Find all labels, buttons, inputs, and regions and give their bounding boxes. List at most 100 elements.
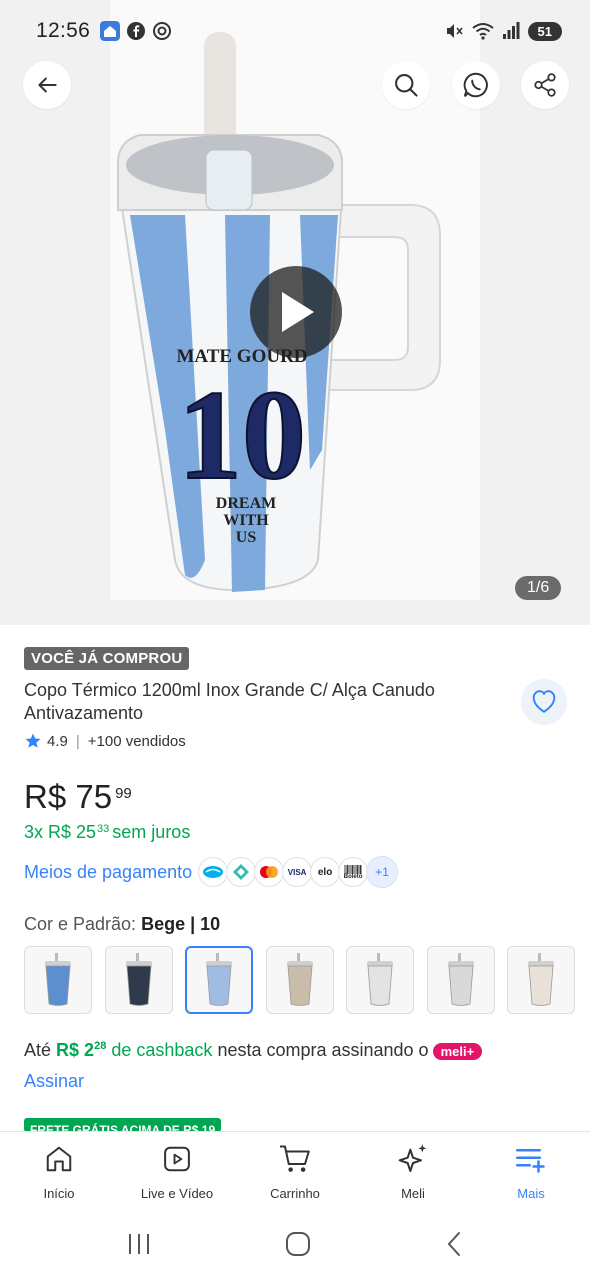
- home-button[interactable]: [285, 1231, 311, 1262]
- cashback-info: Até R$ 2 28 de cashback nesta compra assi…: [24, 1040, 483, 1061]
- home-app-icon: [100, 21, 121, 41]
- free-shipping-badge: FRETE GRÁTIS ACIMA DE R$ 19: [24, 1118, 222, 1132]
- variant-thumbnail[interactable]: [265, 946, 334, 1014]
- visa-icon: VISA: [282, 857, 313, 887]
- variant-label-text: Cor e Padrão:: [24, 914, 137, 934]
- variant-cup-image: [286, 953, 313, 1006]
- nav-item-live-video[interactable]: Live e Vídeo: [118, 1132, 236, 1213]
- variant-thumbnail[interactable]: [346, 946, 414, 1014]
- star-icon: [25, 733, 41, 748]
- payment-methods-link[interactable]: Meios de pagamento: [24, 862, 192, 883]
- installments-amount: 3x R$ 25: [24, 822, 97, 842]
- variant-thumbnail[interactable]: [104, 946, 173, 1014]
- svg-text:10: 10: [178, 364, 306, 506]
- price: R$ 75 99: [24, 778, 132, 816]
- sold-count: +100 vendidos: [87, 732, 186, 750]
- recent-apps-button[interactable]: [126, 1232, 152, 1261]
- svg-text:US: US: [236, 529, 257, 546]
- product-title: Copo Térmico 1200ml Inox Grande C/ Alça …: [24, 680, 435, 723]
- boleto-label: Boleto: [343, 873, 363, 880]
- nav-item-inicio[interactable]: Início: [0, 1132, 118, 1213]
- nav-label: Início: [43, 1186, 75, 1201]
- installments-suffix: sem juros: [112, 822, 191, 842]
- mastercard-icon: [254, 857, 285, 887]
- play-video-button[interactable]: [250, 266, 342, 358]
- variant-cup-image: [125, 953, 152, 1006]
- recent-apps-icon: [129, 1234, 150, 1254]
- nav-label: Live e Vídeo: [140, 1186, 214, 1201]
- back-button[interactable]: [23, 61, 71, 109]
- payment-methods-row[interactable]: Meios de pagamento VISA elo Boleto +1: [24, 856, 399, 888]
- variant-thumbnail[interactable]: [24, 946, 92, 1014]
- subscribe-link[interactable]: Assinar: [24, 1071, 84, 1092]
- system-back-button[interactable]: [444, 1231, 464, 1262]
- nav-label: Carrinho: [270, 1186, 320, 1201]
- svg-text:WITH: WITH: [223, 512, 269, 529]
- cashback-prefix: Até: [24, 1040, 52, 1060]
- instagram-icon: [153, 22, 172, 40]
- sparkle-icon: [396, 1142, 430, 1176]
- nav-item-carrinho[interactable]: Carrinho: [236, 1132, 354, 1213]
- play-icon: [282, 292, 314, 332]
- product-gallery[interactable]: MATE GOURD 10 DREAM WITH US 1/6: [0, 0, 590, 625]
- cart-icon: [278, 1142, 312, 1176]
- variant-cup-image: [528, 953, 554, 1006]
- cashback-label: de cashback: [111, 1040, 213, 1060]
- status-bar: 12:56 51: [0, 0, 590, 62]
- variant-thumbnail[interactable]: [507, 946, 575, 1014]
- variant-cup-image: [447, 953, 474, 1006]
- facebook-icon: [127, 22, 146, 40]
- cashback-suffix: nesta compra assinando o: [217, 1040, 429, 1060]
- system-navigation-bar: [0, 1213, 590, 1280]
- variant-picker[interactable]: [24, 946, 590, 1014]
- chevron-left-icon: [447, 1232, 460, 1256]
- mute-icon: [446, 24, 463, 38]
- nav-label: Meli: [401, 1186, 425, 1201]
- boleto-icon: Boleto: [338, 857, 369, 887]
- battery-indicator: 51: [527, 21, 562, 41]
- variant-label: Cor e Padrão: Bege | 10: [24, 914, 220, 935]
- nav-item-meli[interactable]: Meli: [354, 1132, 472, 1213]
- share-icon: [534, 73, 556, 97]
- arrow-left-icon: [38, 77, 57, 93]
- variant-cup-image: [45, 953, 71, 1006]
- menu-plus-icon: [514, 1142, 548, 1176]
- rating-row[interactable]: 4.9 | +100 vendidos: [24, 732, 186, 750]
- pix-icon: [226, 857, 257, 887]
- search-button[interactable]: [382, 61, 430, 109]
- variant-thumbnail[interactable]: [185, 946, 253, 1014]
- rating-value: 4.9: [47, 732, 68, 750]
- variant-cup-image: [206, 953, 232, 1006]
- notification-icons: [100, 21, 172, 41]
- search-icon: [395, 74, 418, 97]
- signal-icon: [502, 22, 520, 39]
- cashback-amount: R$ 2: [56, 1040, 95, 1060]
- wifi-icon: [471, 23, 494, 40]
- price-cents: 99: [115, 785, 132, 802]
- home-icon: [42, 1142, 76, 1176]
- status-time: 12:56: [36, 19, 91, 42]
- variant-selected-value: Bege | 10: [141, 914, 221, 934]
- bottom-navigation: Início Live e Vídeo Carrinho Meli Mais: [0, 1131, 590, 1213]
- image-counter: 1/6: [515, 576, 562, 600]
- more-payment-methods[interactable]: +1: [366, 856, 399, 888]
- play-video-icon: [160, 1142, 194, 1176]
- mercado-pago-icon: [198, 857, 229, 887]
- share-button[interactable]: [521, 61, 569, 109]
- favorite-button[interactable]: [521, 679, 567, 725]
- price-main: R$ 75: [24, 778, 113, 815]
- system-status-icons: 51: [444, 21, 562, 41]
- installments: 3x R$ 25 33 sem juros: [24, 822, 190, 843]
- variant-cup-image: [367, 953, 393, 1006]
- whatsapp-icon: [463, 72, 488, 98]
- separator: |: [75, 732, 80, 750]
- home-circle-icon: [285, 1232, 310, 1256]
- elo-icon: elo: [310, 857, 341, 887]
- nav-label: Mais: [517, 1186, 545, 1201]
- variant-thumbnail[interactable]: [426, 946, 495, 1014]
- nav-item-mais[interactable]: Mais: [472, 1132, 590, 1213]
- whatsapp-share-button[interactable]: [452, 61, 500, 109]
- cashback-cents: 28: [94, 1040, 107, 1052]
- installments-cents: 33: [97, 823, 110, 835]
- meli-plus-badge: meli+: [432, 1043, 483, 1060]
